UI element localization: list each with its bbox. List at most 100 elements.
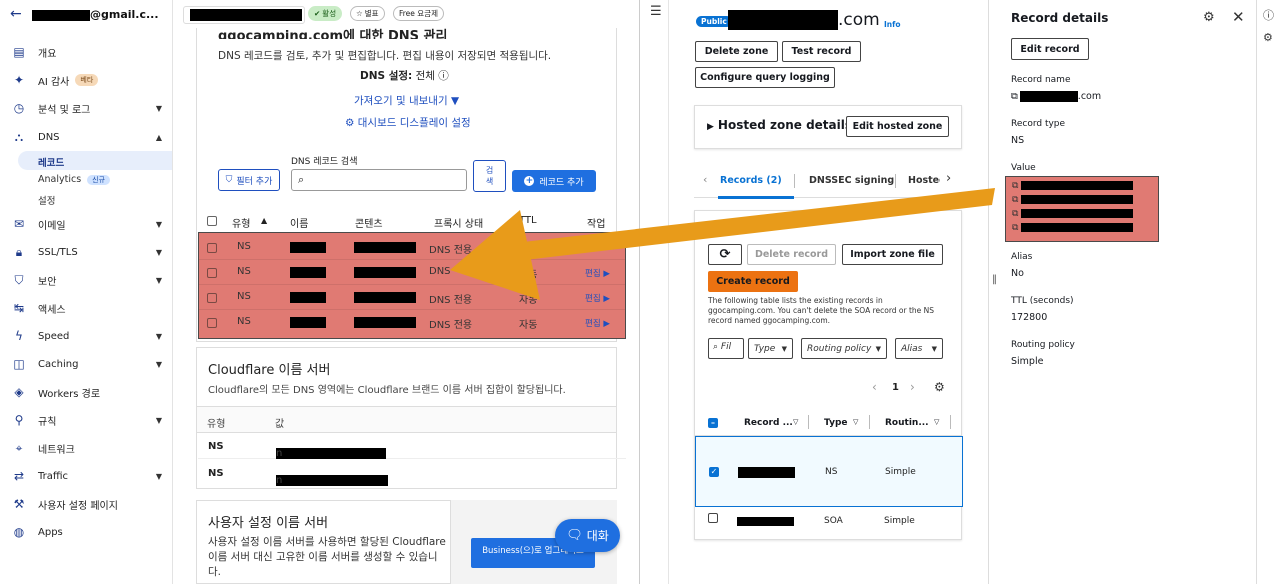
record-name-value: ⧉ .com [1011,91,1102,102]
sidebar-item-11[interactable]: ◈ Workers 경로 [0,380,172,404]
routing-label: Routing policy [1011,340,1075,350]
record-content-redacted [354,267,416,278]
alias-filter[interactable]: Alias [895,338,943,359]
col-name: 이름 [290,219,309,230]
sidebar-item-15[interactable]: ⚒ 사용자 설정 페이지 [0,492,172,516]
row-checkbox[interactable] [207,243,217,253]
filter-button[interactable]: ⛉ 필터 추가 [218,169,280,191]
info-circle-icon[interactable]: ⓘ [1263,7,1274,23]
sort-icon[interactable]: ▽ [853,418,858,426]
plan-badge: Free 요금제 [393,6,444,21]
table-row[interactable]: NS DNS 전용 자동 편집 ▶ [199,311,625,335]
record-name-redacted [290,242,326,253]
sidebar-item-10[interactable]: ◫ Caching ▼ [0,352,172,376]
record-name-redacted [290,267,326,278]
chevron-down-icon[interactable]: ▼ [156,416,162,425]
sidebar-item-9[interactable]: ϟ Speed ▼ [0,324,172,348]
copy-icon[interactable]: ⧉ [1011,91,1018,102]
select-all-checkbox[interactable]: – [708,418,718,428]
row-checkbox[interactable] [207,293,217,303]
sort-up-icon[interactable]: ▲ [261,216,267,225]
edit-hosted-zone-button[interactable]: Edit hosted zone [846,116,949,137]
sidebar-item-label: 분석 및 로그 [38,104,91,116]
info-link[interactable]: Info [884,20,901,29]
settings-icon[interactable]: ⚙ [1263,31,1273,44]
sidebar-item-14[interactable]: ⇄ Traffic ▼ [0,464,172,488]
account-email[interactable]: @gmail.c... [32,8,159,21]
details-title: Record details [1011,11,1109,25]
sidebar-item-label: 사용자 설정 페이지 [38,500,118,512]
chevron-down-icon[interactable]: ▼ [156,104,162,113]
sidebar-item-3[interactable]: ◷ 분석 및 로그 ▼ [0,96,172,120]
menu-icon[interactable]: ☰ [650,4,662,19]
sidebar-item-7[interactable]: ⛉ 보안 ▼ [0,268,172,292]
chevron-down-icon[interactable]: ▼ [156,332,162,341]
caret-right-icon: ▶ [707,122,714,132]
chevron-down-icon: ▼ [450,95,460,107]
delete-zone-button[interactable]: Delete zone [695,41,778,62]
import-export-link[interactable]: 가져오기 및 내보내기 ▼ [354,93,459,108]
row-checkbox[interactable] [207,318,217,328]
check-icon: ✔ [314,9,321,18]
new-badge: 신규 [87,175,111,185]
record-type: NS [237,316,251,327]
ns-section-title: Cloudflare 이름 서버 [208,363,331,378]
edit-record-button[interactable]: Edit record [1011,38,1089,60]
row-checkbox[interactable] [708,513,718,523]
sidebar-item-label: SSL/TLS [38,246,78,258]
sidebar-item-settings[interactable]: 설정 [38,193,55,207]
sidebar-item-12[interactable]: ⚲ 규칙 ▼ [0,408,172,432]
sidebar-item-5[interactable]: ✉ 이메일 ▼ [0,212,172,236]
ns-row: NS n [198,434,626,459]
hosted-zone-details-toggle[interactable]: ▶ Hosted zone details [707,118,852,132]
custom-ns-title: 사용자 설정 이름 서버 [208,516,329,531]
preferences-gear-icon[interactable]: ⚙ [934,380,945,394]
type-filter[interactable]: Type [748,338,793,359]
info-icon[interactable]: ⓘ [438,70,449,82]
sidebar-item-8[interactable]: ↹ 액세스 [0,296,172,320]
record-type: NS [237,291,251,302]
sidebar-item-13[interactable]: ⌖ 네트워크 [0,436,172,460]
chevron-down-icon[interactable]: ▼ [156,220,162,229]
sidebar-item-6[interactable]: 🔒︎ SSL/TLS ▼ [0,240,172,264]
chat-button[interactable]: 🗨 대화 [555,519,620,552]
chevron-down-icon[interactable]: ▼ [156,472,162,481]
chevron-up-icon[interactable]: ▲ [156,133,162,142]
page-prev-icon[interactable]: ‹ [872,380,877,394]
sidebar-item-1[interactable]: ▤ 개요 [0,40,172,64]
select-all-checkbox[interactable] [207,216,217,226]
sidebar-item-records[interactable]: 레코드 [38,155,64,169]
chevron-down-icon[interactable]: ▼ [156,276,162,285]
sidebar-item-label: 규칙 [38,416,57,428]
routing-filter[interactable]: Routing policy [801,338,887,359]
filter-input[interactable]: ⌕ Fil [708,338,744,359]
chevron-down-icon[interactable]: ▼ [156,248,162,257]
sidebar-item-2[interactable]: ✦ AI 감사 베타 [0,68,172,92]
close-icon[interactable]: ✕ [1232,8,1245,26]
dashboard-display-link[interactable]: ⚙ 대시보드 디스플레이 설정 [345,115,471,130]
row-checkbox[interactable] [207,268,217,278]
zone-name-mask [190,9,302,21]
beta-badge: 베타 [75,74,99,86]
back-arrow-icon[interactable]: ← [10,6,22,22]
test-record-button[interactable]: Test record [782,41,861,62]
status-badge: ✔ 활성 [308,6,343,21]
sort-icon[interactable]: ▽ [934,418,939,426]
sidebar-item-analytics[interactable]: Analytics 신규 [38,174,111,185]
edit-link[interactable]: 편집 ▶ [585,317,610,329]
sidebar-item-4[interactable]: ⛬ DNS ▲ [0,125,172,149]
sort-icon[interactable]: ▽ [793,418,798,426]
configure-logging-button[interactable]: Configure query logging [695,67,835,88]
page-next-icon[interactable]: › [910,380,915,394]
row-checkbox[interactable]: ✓ [709,467,719,477]
star-button[interactable]: ☆ 별표 [350,6,385,21]
details-gear-icon[interactable]: ⚙ [1203,10,1215,25]
chevron-down-icon[interactable]: ▼ [156,360,162,369]
sidebar-item-16[interactable]: ◍ Apps [0,520,172,544]
col-type[interactable]: 유형 [232,215,250,230]
table-row[interactable]: SOA Simple [695,508,961,530]
page-number[interactable]: 1 [892,382,899,393]
table-row[interactable]: ✓ NS Simple [695,436,963,507]
clock-icon: ◷ [13,101,25,115]
ttl-label: TTL (seconds) [1011,296,1074,306]
